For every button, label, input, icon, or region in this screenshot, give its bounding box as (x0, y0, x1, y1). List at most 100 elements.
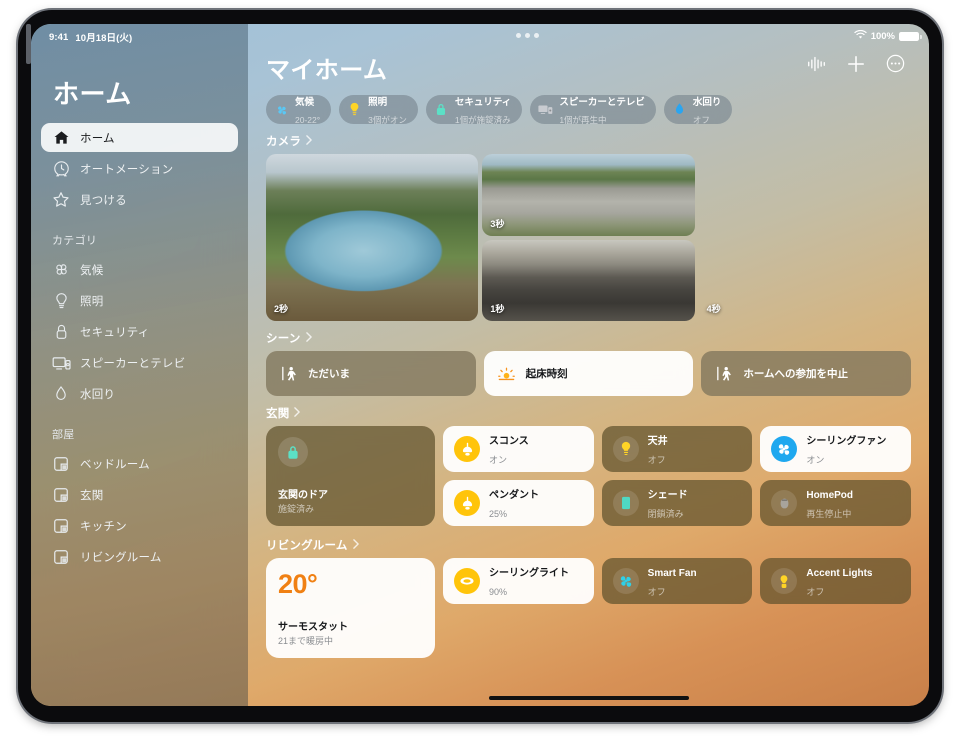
chip-water[interactable]: 水回り オフ (663, 95, 733, 124)
section-header-scenes[interactable]: シーン (248, 321, 929, 351)
sidebar-item-speakers-tv[interactable]: スピーカーとテレビ (41, 348, 238, 377)
room-icon (51, 486, 71, 504)
battery-icon (899, 31, 922, 42)
sidebar-item-lighting[interactable]: 照明 (41, 286, 238, 315)
lightbulb-icon (612, 436, 639, 462)
section-header-cameras[interactable]: カメラ (248, 124, 929, 154)
sidebar-title: ホーム (53, 79, 132, 109)
sidebar-item-label: 気候 (80, 264, 104, 277)
chip-title: 水回り (692, 97, 722, 109)
sidebar-item-label: キッチン (80, 520, 127, 533)
camera-timestamp: 2秒 (274, 304, 289, 314)
device-tile-homepod[interactable]: HomePod 再生停止中 (760, 480, 912, 526)
scene-tile-wake-up[interactable]: 起床時刻 (483, 351, 694, 396)
scene-tile-leave-home[interactable]: ホームへの参加を中止 (701, 351, 912, 396)
status-chip-row: 気候 20-22° 照明 3個がオン セキュリティ 1個が施錠済み スピーカーと… (248, 85, 929, 124)
sidebar-item-automation[interactable]: オートメーション (41, 154, 238, 183)
chip-climate[interactable]: 気候 20-22° (266, 95, 332, 125)
camera-tile[interactable]: 4秒 (699, 154, 911, 321)
device-name: シーリングライト (489, 567, 569, 579)
sidebar-item-climate[interactable]: 気候 (41, 255, 238, 284)
device-name: 玄関のドア (278, 489, 328, 501)
fan-icon (51, 261, 71, 279)
device-name: HomePod (806, 489, 854, 501)
audio-waveform-icon[interactable] (807, 56, 826, 72)
sunrise-icon (498, 365, 516, 383)
device-status: 閉鎖済み (647, 509, 684, 519)
room-icon (51, 455, 71, 473)
page-header: マイホーム (248, 24, 929, 85)
device-tile-pendant[interactable]: ペンダント 25% (443, 480, 594, 526)
sidebar-item-label: ホーム (80, 132, 115, 145)
chip-subtitle: 20-22° (295, 114, 321, 125)
device-status: 再生停止中 (806, 509, 852, 519)
scene-label: ただいま (308, 368, 350, 380)
camera-tile[interactable]: 3秒 (482, 154, 695, 236)
device-tile-accent-lights[interactable]: Accent Lights オフ (760, 558, 912, 604)
section-label: 玄関 (266, 408, 290, 420)
chevron-right-icon (305, 331, 312, 345)
room-icon (51, 548, 71, 566)
room-icon (51, 517, 71, 535)
device-tile-front-door[interactable]: 玄関のドア 施錠済み (266, 426, 435, 526)
sidebar-item-home[interactable]: ホーム (41, 123, 238, 152)
sidebar-item-discover[interactable]: 見つける (41, 185, 238, 214)
sidebar-item-label: 水回り (80, 388, 116, 401)
camera-timestamp: 3秒 (490, 218, 505, 229)
fan-icon (771, 436, 798, 462)
chevron-right-icon (306, 134, 312, 148)
entrance-device-grid: 玄関のドア 施錠済み スコンス オン ペンダント 25% 天井 オフ シェード … (248, 426, 929, 528)
device-status: オン (806, 455, 825, 465)
chip-subtitle: 3個がオン (368, 114, 407, 125)
entrance-column-2: 天井 オフ シェード 閉鎖済み (601, 426, 753, 526)
ipad-screen: 9:41 10月18日(火) ホーム ホーム オートメーション 見つける カテゴ… (31, 24, 929, 706)
status-bar-right: 100% (854, 29, 922, 43)
camera-tile[interactable]: 1秒 (482, 239, 695, 321)
device-tile-ceiling[interactable]: 天井 オフ (601, 426, 753, 472)
living-column-2: Smart Fan オフ (601, 558, 753, 658)
device-tile-sconce[interactable]: スコンス オン (443, 426, 594, 472)
device-tile-shade[interactable]: シェード 閉鎖済み (601, 480, 753, 526)
camera-timestamp: 4秒 (706, 304, 721, 314)
pendant-icon (454, 490, 480, 516)
scene-list: ただいま 起床時刻 ホームへの参加を中止 (248, 351, 929, 396)
house-icon (51, 129, 71, 147)
living-column-1: シーリングライト 90% (443, 558, 594, 658)
scene-tile-arrive-home[interactable]: ただいま (266, 351, 476, 396)
plus-icon[interactable] (847, 55, 865, 73)
lightbulb-icon (51, 292, 71, 310)
more-ellipsis-icon[interactable] (886, 54, 905, 73)
device-status: 25% (489, 509, 508, 519)
device-tile-thermostat[interactable]: 20° サーモスタット 21まで暖房中 (266, 558, 435, 658)
star-icon (51, 191, 71, 209)
sidebar-item-label: リビングルーム (80, 551, 162, 564)
sidebar-item-water[interactable]: 水回り (41, 379, 238, 408)
chip-security[interactable]: セキュリティ 1個が施錠済み (425, 95, 523, 124)
section-label: カメラ (266, 136, 302, 148)
section-header-entrance[interactable]: 玄関 (248, 396, 929, 426)
device-tile-ceiling-fan[interactable]: シーリングファン オン (760, 426, 912, 472)
screenshot-root: 9:41 10月18日(火) ホーム ホーム オートメーション 見つける カテゴ… (0, 0, 958, 737)
sidebar-item-security[interactable]: セキュリティ (41, 317, 238, 346)
sidebar-item-living-room[interactable]: リビングルーム (41, 542, 238, 571)
section-label: シーン (266, 333, 301, 345)
camera-timestamp: 1秒 (490, 304, 505, 314)
sidebar-item-kitchen[interactable]: キッチン (41, 511, 238, 540)
sidebar-item-label: ベッドルーム (80, 458, 150, 471)
section-header-living-room[interactable]: リビングルーム (248, 528, 929, 558)
sidebar-item-label: 玄関 (80, 489, 104, 502)
water-drop-icon (51, 385, 71, 403)
sidebar-item-bedroom[interactable]: ベッドルーム (41, 449, 238, 478)
home-indicator[interactable] (488, 696, 689, 700)
sidebar: 9:41 10月18日(火) ホーム ホーム オートメーション 見つける カテゴ… (31, 24, 248, 706)
sidebar-categories-label: カテゴリ (52, 235, 98, 247)
chip-speakers-tv[interactable]: スピーカーとテレビ 1個が再生中 (530, 95, 656, 124)
multitasking-control[interactable] (516, 33, 539, 38)
camera-tile[interactable]: 2秒 (266, 154, 479, 321)
device-status: オフ (806, 587, 825, 597)
sidebar-item-entrance[interactable]: 玄関 (41, 480, 238, 509)
chip-lighting[interactable]: 照明 3個がオン (339, 95, 418, 124)
device-tile-ceiling-light[interactable]: シーリングライト 90% (443, 558, 594, 604)
thermostat-column: 20° サーモスタット 21まで暖房中 (266, 558, 435, 658)
device-tile-smart-fan[interactable]: Smart Fan オフ (601, 558, 753, 604)
